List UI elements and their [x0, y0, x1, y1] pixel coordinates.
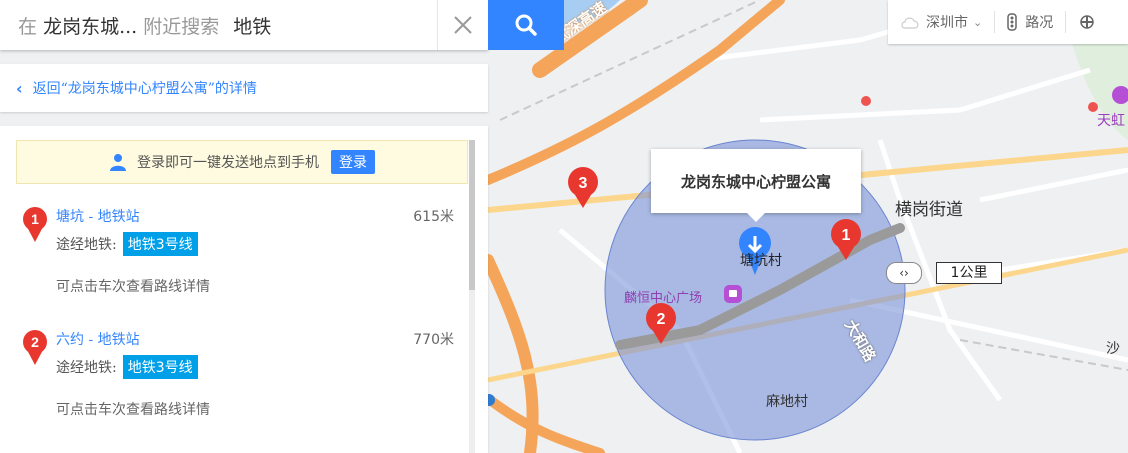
- results-panel: 登录即可一键发送地点到手机 登录 1 塘坑 - 地铁站 615米 途经地铁: 地…: [0, 126, 488, 453]
- result-via: 途经地铁: 地铁3号线: [56, 355, 198, 379]
- scale-bar: 1公里: [936, 262, 1002, 284]
- poi-dot: [861, 96, 871, 106]
- search-input[interactable]: 在 龙岗东城... 附近搜索 地铁: [0, 12, 437, 39]
- metro-line-tag[interactable]: 地铁3号线: [122, 232, 198, 256]
- toolbox-icon: [1080, 15, 1094, 29]
- road-label-sha: 沙: [1106, 341, 1120, 357]
- poi-label-mall[interactable]: 麟恒中心广场: [624, 287, 702, 306]
- map-toolbar: 深圳市 ⌄ 路况: [888, 0, 1128, 44]
- search-button[interactable]: [488, 0, 564, 50]
- place-callout[interactable]: 龙岗东城中心柠盟公寓: [651, 149, 861, 222]
- tools-menu[interactable]: [1066, 13, 1108, 31]
- chevron-down-icon: ⌄: [973, 15, 983, 29]
- search-keyword: 地铁: [233, 15, 272, 38]
- user-icon: [110, 154, 126, 171]
- callout-title: 龙岗东城中心柠盟公寓: [680, 172, 831, 191]
- login-tip: 登录即可一键发送地点到手机 登录: [16, 140, 468, 184]
- pin-number: 2: [657, 311, 666, 328]
- result-hint[interactable]: 可点击车次查看路线详情: [56, 399, 210, 419]
- scrollbar-thumb[interactable]: [469, 140, 475, 290]
- result-via: 途经地铁: 地铁3号线: [56, 232, 198, 256]
- pin-number: 3: [579, 175, 588, 192]
- result-distance: 615米: [413, 209, 454, 225]
- city-selector[interactable]: 深圳市 ⌄: [888, 12, 994, 32]
- close-icon: [454, 16, 472, 34]
- result-pin-icon: 1: [23, 207, 47, 242]
- result-pin-icon: 2: [23, 330, 47, 365]
- clear-button[interactable]: [437, 0, 488, 50]
- poi-label-tianhong: 天虹: [1097, 113, 1125, 129]
- cloud-icon: [901, 17, 919, 29]
- village-label-madi: 麻地村: [766, 394, 808, 410]
- back-link[interactable]: ‹ 返回“龙岗东城中心柠盟公寓”的详情: [0, 64, 488, 112]
- via-label: 途经地铁:: [56, 360, 117, 376]
- search-location: 龙岗东城...: [43, 15, 138, 38]
- traffic-light-icon: [1007, 13, 1017, 31]
- metro-line-tag[interactable]: 地铁3号线: [122, 355, 198, 379]
- result-name[interactable]: 六约 - 地铁站: [56, 329, 140, 349]
- chevron-left-icon: ‹: [16, 78, 23, 98]
- result-name[interactable]: 塘坑 - 地铁站: [56, 206, 140, 226]
- login-button[interactable]: 登录: [331, 150, 375, 174]
- result-distance: 770米: [413, 332, 454, 348]
- search-prefix: 在: [18, 15, 38, 38]
- traffic-toggle[interactable]: 路况: [995, 12, 1065, 32]
- city-label: 深圳市: [926, 15, 968, 31]
- result-hint[interactable]: 可点击车次查看路线详情: [56, 276, 210, 296]
- pin-number: 2: [31, 334, 39, 350]
- traffic-label: 路况: [1025, 15, 1054, 31]
- pin-number: 1: [842, 227, 851, 244]
- village-label-partial: 塘坑村: [740, 253, 782, 269]
- expand-toggle-icon[interactable]: ‹›: [886, 262, 922, 284]
- search-bar: 在 龙岗东城... 附近搜索 地铁: [0, 0, 488, 50]
- via-label: 途经地铁:: [56, 237, 117, 253]
- search-icon: [515, 14, 537, 36]
- login-tip-text: 登录即可一键发送地点到手机: [137, 155, 319, 171]
- pin-number: 1: [31, 211, 39, 227]
- search-mode: 附近搜索: [143, 15, 220, 38]
- street-label-henggang: 横岗街道: [895, 200, 963, 220]
- back-link-label: 返回“龙岗东城中心柠盟公寓”的详情: [32, 81, 257, 97]
